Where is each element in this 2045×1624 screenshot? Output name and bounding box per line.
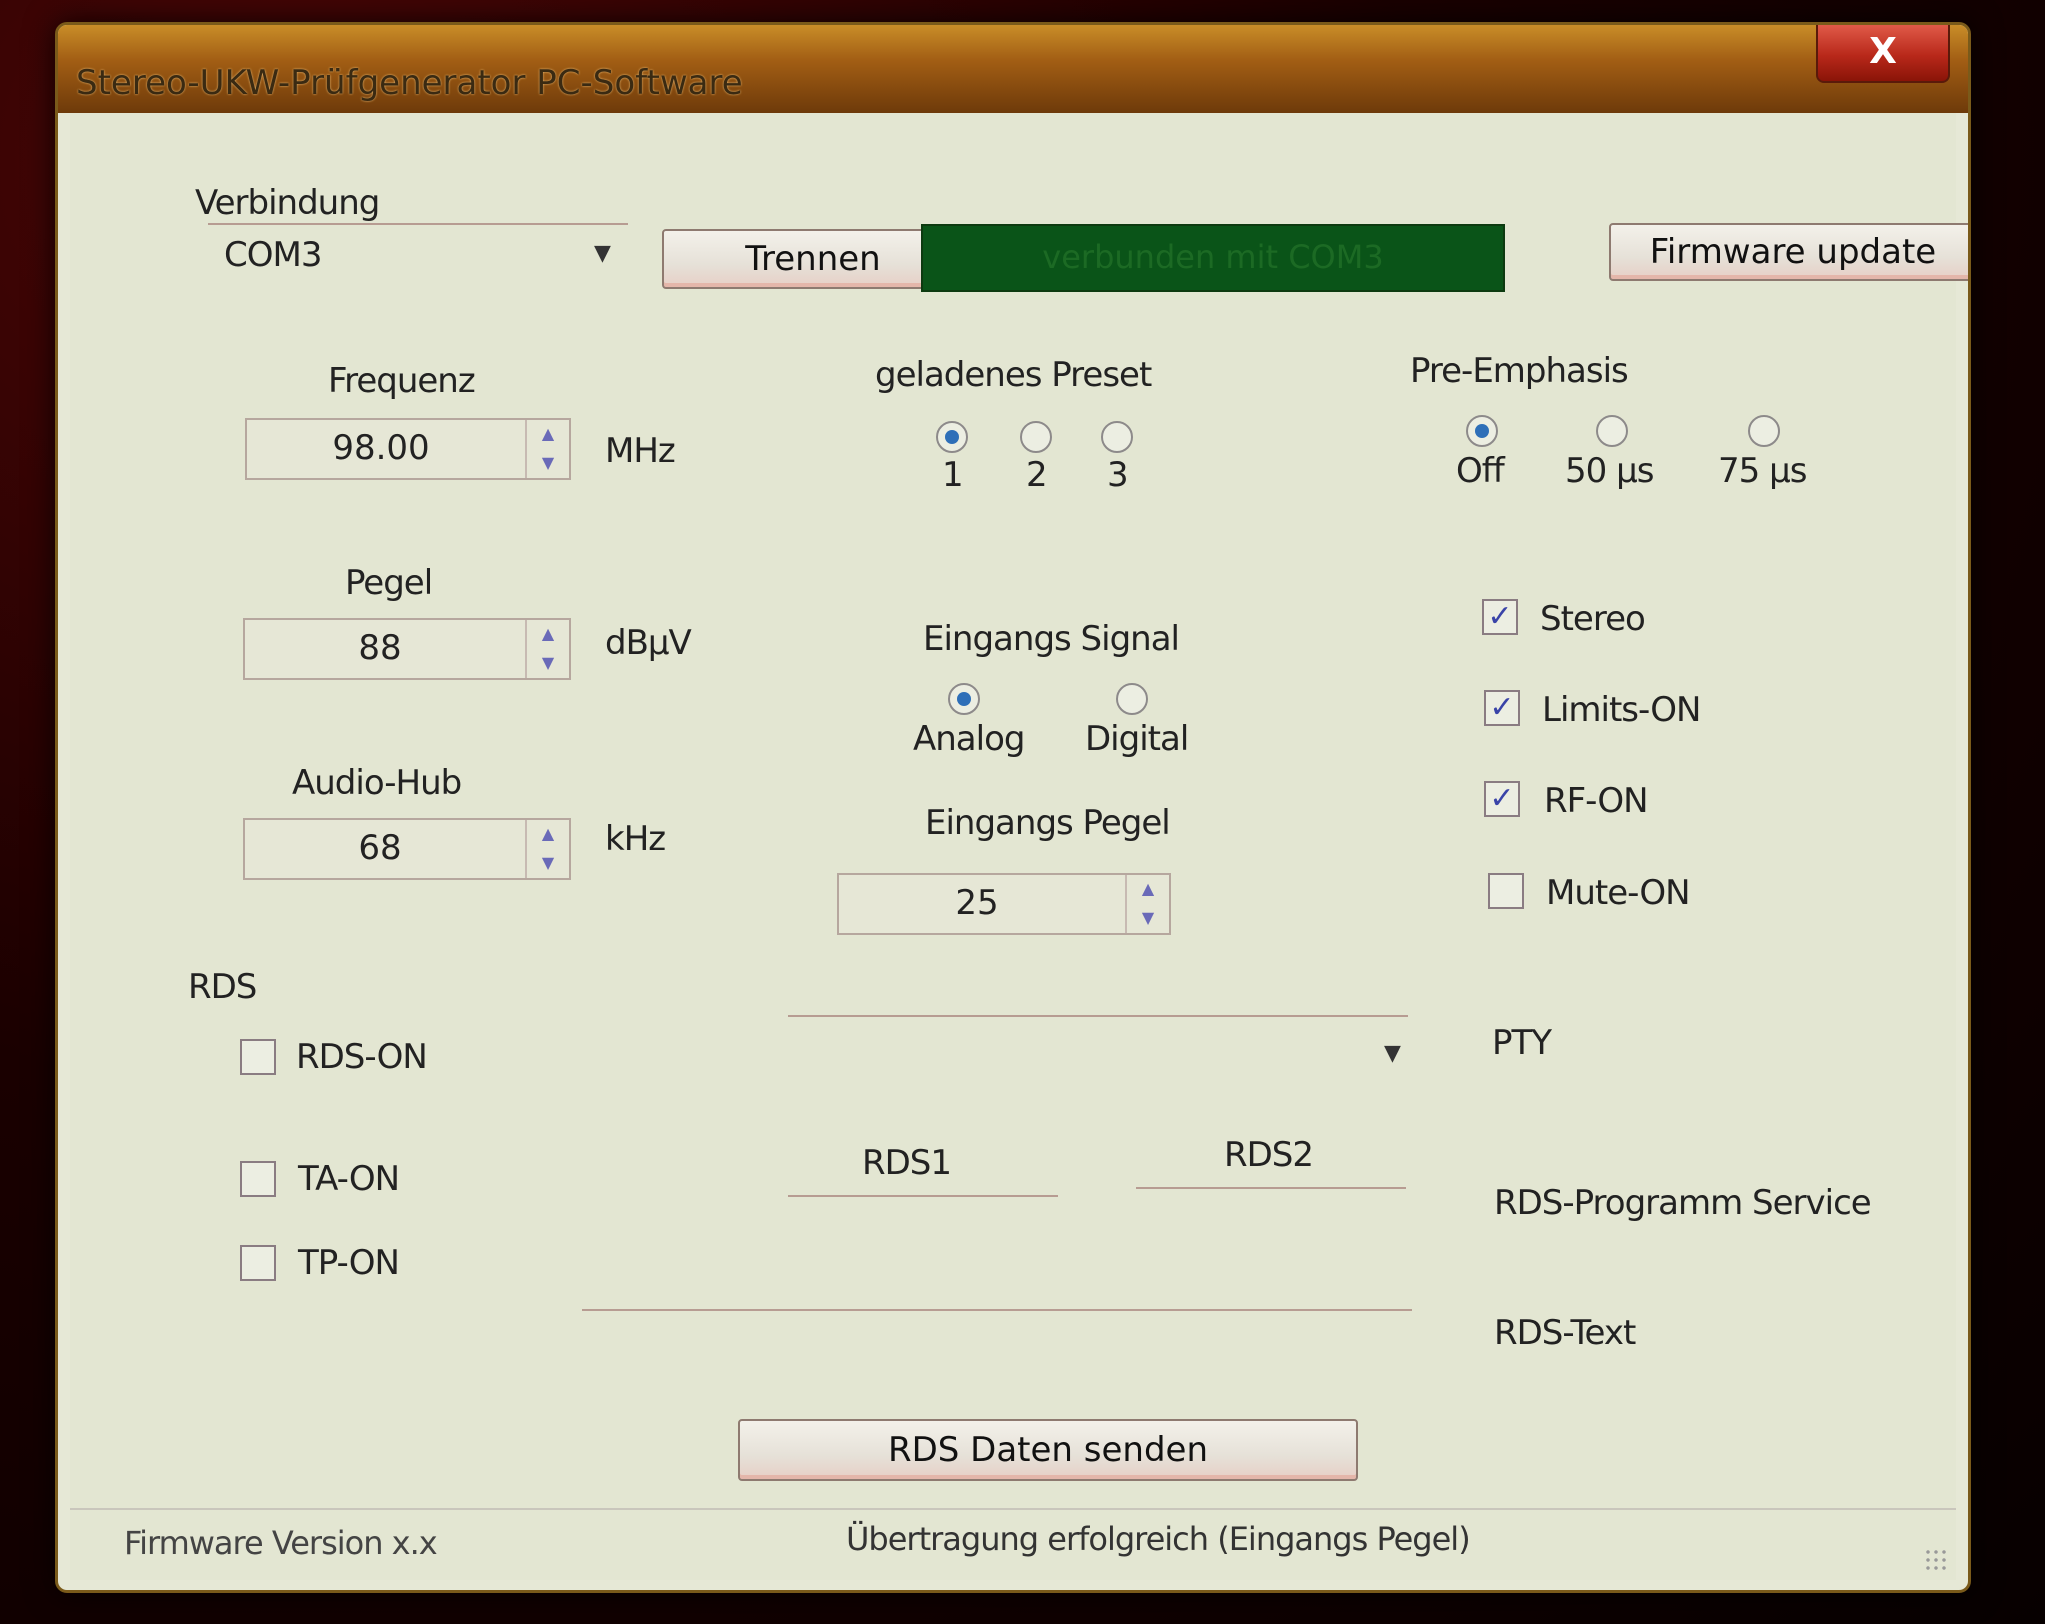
audio-hub-unit: kHz	[605, 819, 666, 859]
preset-option-label: 1	[942, 455, 964, 495]
preset-radio-3[interactable]	[1101, 421, 1133, 453]
mute-label: Mute-ON	[1546, 873, 1691, 913]
tp-on-label: TP-ON	[298, 1243, 400, 1283]
port-combobox[interactable]: COM3 ▼	[208, 223, 628, 283]
limits-checkbox[interactable]: ✓	[1484, 690, 1520, 726]
chevron-down-icon: ▼	[594, 241, 611, 266]
audio-hub-label: Audio-Hub	[292, 763, 462, 803]
main-window: Stereo-UKW-Prüfgenerator PC-Software X V…	[55, 22, 1971, 1593]
frequency-unit: MHz	[605, 431, 676, 471]
status-message: Übertragung erfolgreich (Eingangs Pegel)	[846, 1520, 1471, 1558]
send-rds-button[interactable]: RDS Daten senden	[738, 1419, 1358, 1481]
preset-option-label: 2	[1026, 455, 1048, 495]
frequency-stepper[interactable]: 98.00 ▲ ▼	[245, 418, 571, 480]
window-title: Stereo-UKW-Prüfgenerator PC-Software	[76, 63, 743, 103]
mute-checkbox[interactable]	[1488, 873, 1524, 909]
input-signal-label: Eingangs Signal	[923, 619, 1180, 659]
connection-section-label: Verbindung	[195, 183, 380, 223]
rds-on-label: RDS-ON	[296, 1037, 428, 1077]
input-level-spin-arrows[interactable]: ▲ ▼	[1125, 875, 1169, 933]
rds-text-label: RDS-Text	[1494, 1313, 1636, 1353]
down-arrow-icon[interactable]: ▼	[527, 449, 569, 478]
pre-emphasis-option-label: 75 µs	[1718, 451, 1807, 491]
up-arrow-icon[interactable]: ▲	[527, 620, 569, 649]
preset-option-label: 3	[1107, 455, 1129, 495]
down-arrow-icon[interactable]: ▼	[1127, 904, 1169, 933]
up-arrow-icon[interactable]: ▲	[527, 820, 569, 849]
disconnect-button[interactable]: Trennen	[662, 229, 964, 289]
down-arrow-icon[interactable]: ▼	[527, 649, 569, 678]
frequency-spin-arrows[interactable]: ▲ ▼	[525, 420, 569, 478]
program-service-label: RDS-Programm Service	[1494, 1183, 1872, 1223]
pre-emphasis-radio-50[interactable]	[1596, 415, 1628, 447]
frequency-value: 98.00	[332, 428, 430, 468]
pre-emphasis-option-label: 50 µs	[1565, 451, 1654, 491]
level-unit: dBµV	[605, 623, 692, 663]
level-value: 88	[358, 628, 402, 668]
preset-radio-1[interactable]	[936, 421, 968, 453]
pty-label: PTY	[1492, 1023, 1552, 1063]
stereo-checkbox[interactable]: ✓	[1482, 599, 1518, 635]
pty-combobox[interactable]: ▼	[788, 1013, 1408, 1083]
ta-on-checkbox[interactable]	[240, 1161, 276, 1197]
pre-emphasis-radio-off[interactable]	[1466, 415, 1498, 447]
rf-label: RF-ON	[1544, 781, 1649, 821]
input-level-label: Eingangs Pegel	[925, 803, 1171, 843]
level-stepper[interactable]: 88 ▲ ▼	[243, 618, 571, 680]
input-level-value: 25	[955, 883, 999, 923]
pre-emphasis-option-label: Off	[1456, 451, 1505, 491]
close-button[interactable]: X	[1816, 25, 1950, 83]
status-bar: Firmware Version x.x Übertragung erfolgr…	[70, 1508, 1956, 1580]
client-area: Verbindung COM3 ▼ Trennen verbunden mit …	[70, 113, 1968, 1580]
up-arrow-icon[interactable]: ▲	[527, 420, 569, 449]
firmware-update-button[interactable]: Firmware update	[1609, 223, 1968, 281]
limits-label: Limits-ON	[1542, 690, 1701, 730]
resize-grip-icon[interactable]	[1924, 1548, 1948, 1572]
ta-on-label: TA-ON	[298, 1159, 400, 1199]
pre-emphasis-label: Pre-Emphasis	[1410, 351, 1629, 391]
port-value: COM3	[224, 235, 322, 275]
rds1-label: RDS1	[862, 1143, 952, 1183]
up-arrow-icon[interactable]: ▲	[1127, 875, 1169, 904]
level-label: Pegel	[345, 563, 433, 603]
frequency-label: Frequenz	[328, 361, 476, 401]
title-bar[interactable]: Stereo-UKW-Prüfgenerator PC-Software X	[58, 25, 1968, 113]
input-signal-option-label: Digital	[1085, 719, 1189, 759]
connection-status: verbunden mit COM3	[921, 224, 1505, 292]
input-signal-option-label: Analog	[913, 719, 1025, 759]
input-level-stepper[interactable]: 25 ▲ ▼	[837, 873, 1171, 935]
preset-label: geladenes Preset	[875, 355, 1152, 395]
input-signal-radio-digital[interactable]	[1116, 683, 1148, 715]
preset-radio-2[interactable]	[1020, 421, 1052, 453]
audio-hub-value: 68	[358, 828, 402, 868]
tp-on-checkbox[interactable]	[240, 1245, 276, 1281]
rds2-field[interactable]: RDS2	[1136, 1125, 1406, 1195]
level-spin-arrows[interactable]: ▲ ▼	[525, 620, 569, 678]
rds-text-input[interactable]	[582, 1293, 1412, 1333]
chevron-down-icon: ▼	[1384, 1041, 1401, 1066]
audio-hub-spin-arrows[interactable]: ▲ ▼	[525, 820, 569, 878]
rds-section-label: RDS	[188, 967, 257, 1007]
audio-hub-stepper[interactable]: 68 ▲ ▼	[243, 818, 571, 880]
rds2-label: RDS2	[1224, 1135, 1314, 1175]
down-arrow-icon[interactable]: ▼	[527, 849, 569, 878]
firmware-version-text: Firmware Version x.x	[124, 1524, 438, 1562]
rds-on-checkbox[interactable]	[240, 1039, 276, 1075]
pre-emphasis-radio-75[interactable]	[1748, 415, 1780, 447]
rf-checkbox[interactable]: ✓	[1484, 781, 1520, 817]
input-signal-radio-analog[interactable]	[948, 683, 980, 715]
stereo-label: Stereo	[1540, 599, 1646, 639]
rds1-field[interactable]: RDS1	[788, 1133, 1058, 1203]
